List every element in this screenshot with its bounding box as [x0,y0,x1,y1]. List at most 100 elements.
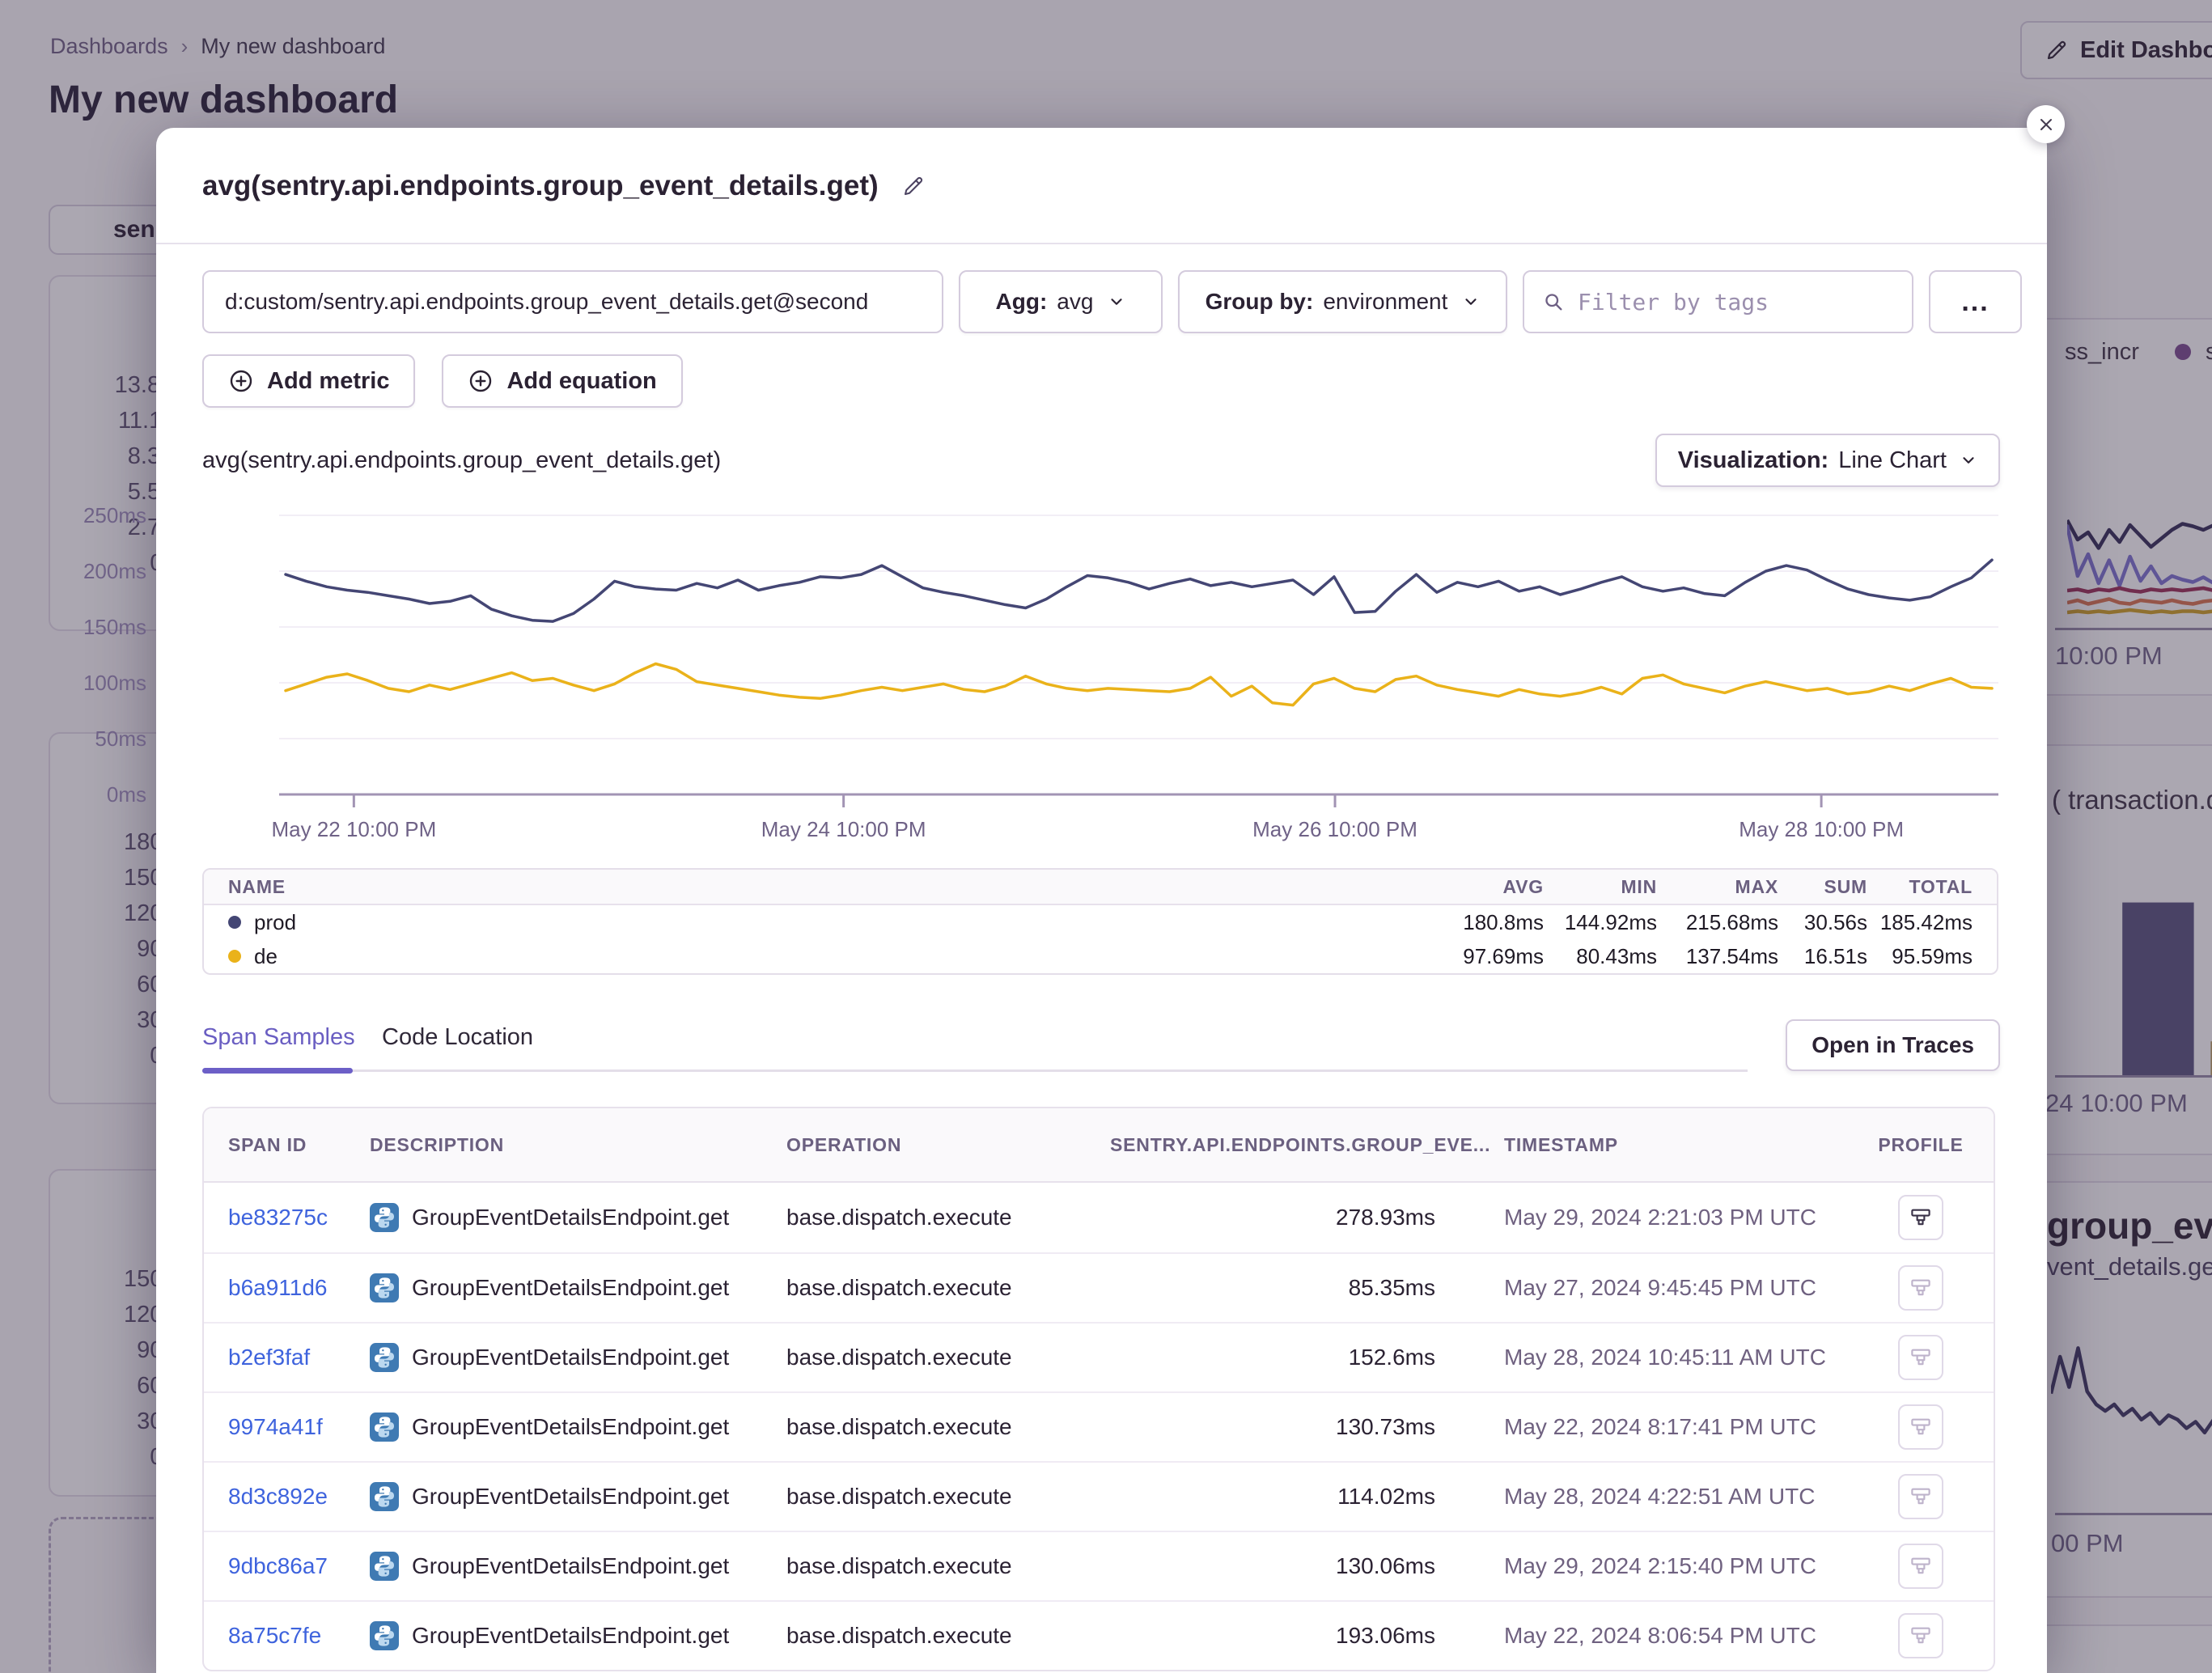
summary-sum: 30.56s [1778,910,1867,935]
span-sample-row[interactable]: 8d3c892eGroupEventDetailsEndpoint.getbas… [204,1461,1994,1531]
close-icon [2036,115,2056,134]
span-duration: 130.73ms [1110,1414,1435,1440]
profile-icon [1909,1415,1933,1439]
python-icon [370,1203,399,1232]
profile-icon [1909,1485,1933,1509]
modal-title: avg(sentry.api.endpoints.group_event_det… [202,170,879,202]
profile-button[interactable] [1898,1404,1943,1450]
span-description: GroupEventDetailsEndpoint.get [370,1621,786,1650]
active-tab-indicator [202,1068,353,1074]
metric-line-chart: May 22 10:00 PMMay 24 10:00 PMMay 26 10:… [279,503,1998,883]
span-timestamp: May 22, 2024 8:17:41 PM UTC [1435,1414,1872,1440]
span-description: GroupEventDetailsEndpoint.get [370,1343,786,1372]
python-icon [370,1343,399,1372]
span-duration: 85.35ms [1110,1275,1435,1301]
span-id-link[interactable]: 8a75c7fe [228,1623,370,1649]
profile-button[interactable] [1898,1335,1943,1380]
profile-icon [1909,1345,1933,1370]
profile-icon [1909,1554,1933,1578]
span-timestamp: May 29, 2024 2:21:03 PM UTC [1435,1205,1872,1230]
python-icon [370,1621,399,1650]
plus-circle-icon [468,368,494,394]
add-metric-button[interactable]: Add metric [202,354,415,408]
span-operation: base.dispatch.execute [786,1553,1110,1579]
aggregation-label: Agg: [996,289,1048,315]
add-equation-button[interactable]: Add equation [442,354,682,408]
summary-max: 137.54ms [1657,944,1778,969]
summary-row[interactable]: de97.69ms80.43ms137.54ms16.51s95.59ms [204,939,1997,973]
tab-span-samples[interactable]: Span Samples [202,1024,355,1051]
y-axis-tick-label: 200ms [17,558,146,584]
profile-button[interactable] [1898,1195,1943,1240]
summary-min: 144.92ms [1544,910,1657,935]
span-id-link[interactable]: 8d3c892e [228,1484,370,1510]
chevron-down-icon [1108,293,1125,311]
metric-query-input[interactable] [202,270,943,333]
span-description: GroupEventDetailsEndpoint.get [370,1413,786,1442]
summary-avg: 180.8ms [1422,910,1544,935]
chart-series-de [286,664,1992,705]
span-id-link[interactable]: b2ef3faf [228,1345,370,1370]
more-options-button[interactable]: ... [1929,270,2022,333]
edit-title-button[interactable] [901,174,926,198]
visualization-label: Visualization: [1678,447,1829,474]
y-axis-tick-label: 0ms [17,781,146,807]
profile-button[interactable] [1898,1544,1943,1589]
search-icon [1542,290,1565,313]
python-icon [370,1482,399,1511]
plus-circle-icon [228,368,254,394]
span-sample-row[interactable]: be83275cGroupEventDetailsEndpoint.getbas… [204,1183,1994,1252]
y-axis-tick-label: 100ms [17,670,146,696]
span-id-link[interactable]: 9974a41f [228,1414,370,1440]
visualization-value: Line Chart [1838,447,1947,474]
span-description: GroupEventDetailsEndpoint.get [370,1552,786,1581]
y-axis-tick-label: 150ms [17,614,146,640]
y-axis-tick-label: 50ms [17,726,146,752]
summary-min: 80.43ms [1544,944,1657,969]
span-timestamp: May 28, 2024 10:45:11 AM UTC [1435,1345,1872,1370]
divider [156,243,2047,244]
span-timestamp: May 27, 2024 9:45:45 PM UTC [1435,1275,1872,1301]
profile-button[interactable] [1898,1474,1943,1519]
open-in-traces-button[interactable]: Open in Traces [1786,1019,2000,1071]
visualization-select[interactable]: Visualization: Line Chart [1655,434,2000,487]
span-duration: 130.06ms [1110,1553,1435,1579]
profile-icon [1909,1205,1933,1230]
span-timestamp: May 29, 2024 2:15:40 PM UTC [1435,1553,1872,1579]
modal-close-button[interactable] [2027,105,2065,143]
tab-code-location[interactable]: Code Location [382,1024,533,1051]
group-by-label: Group by: [1206,289,1314,315]
span-operation: base.dispatch.execute [786,1345,1110,1370]
span-sample-row[interactable]: b2ef3fafGroupEventDetailsEndpoint.getbas… [204,1322,1994,1391]
span-sample-row[interactable]: 9974a41fGroupEventDetailsEndpoint.getbas… [204,1391,1994,1461]
span-id-link[interactable]: b6a911d6 [228,1275,370,1301]
chevron-down-icon [1462,293,1480,311]
profile-button[interactable] [1898,1265,1943,1311]
span-duration: 278.93ms [1110,1205,1435,1230]
group-by-select[interactable]: Group by: environment [1178,270,1507,333]
legend-dot [228,950,241,963]
profile-icon [1909,1624,1933,1648]
span-description: GroupEventDetailsEndpoint.get [370,1203,786,1232]
series-summary-table: NAME AVG MIN MAX SUM TOTAL prod180.8ms14… [202,868,1998,975]
x-axis-tick-label: May 26 10:00 PM [1252,817,1417,842]
span-operation: base.dispatch.execute [786,1205,1110,1230]
span-operation: base.dispatch.execute [786,1414,1110,1440]
span-operation: base.dispatch.execute [786,1623,1110,1649]
python-icon [370,1552,399,1581]
span-id-link[interactable]: be83275c [228,1205,370,1230]
span-id-link[interactable]: 9dbc86a7 [228,1553,370,1579]
span-sample-row[interactable]: b6a911d6GroupEventDetailsEndpoint.getbas… [204,1252,1994,1322]
span-sample-row[interactable]: 8a75c7feGroupEventDetailsEndpoint.getbas… [204,1600,1994,1670]
summary-row[interactable]: prod180.8ms144.92ms215.68ms30.56s185.42m… [204,905,1997,939]
tag-filter-input[interactable] [1578,289,1894,316]
series-name: prod [254,910,296,935]
aggregation-select[interactable]: Agg: avg [959,270,1163,333]
summary-total: 95.59ms [1867,944,1973,969]
profile-button[interactable] [1898,1613,1943,1658]
chevron-down-icon [1960,451,1977,469]
python-icon [370,1273,399,1302]
y-axis-tick-label: 250ms [17,502,146,528]
tag-filter [1523,270,1913,333]
span-sample-row[interactable]: 9dbc86a7GroupEventDetailsEndpoint.getbas… [204,1531,1994,1600]
